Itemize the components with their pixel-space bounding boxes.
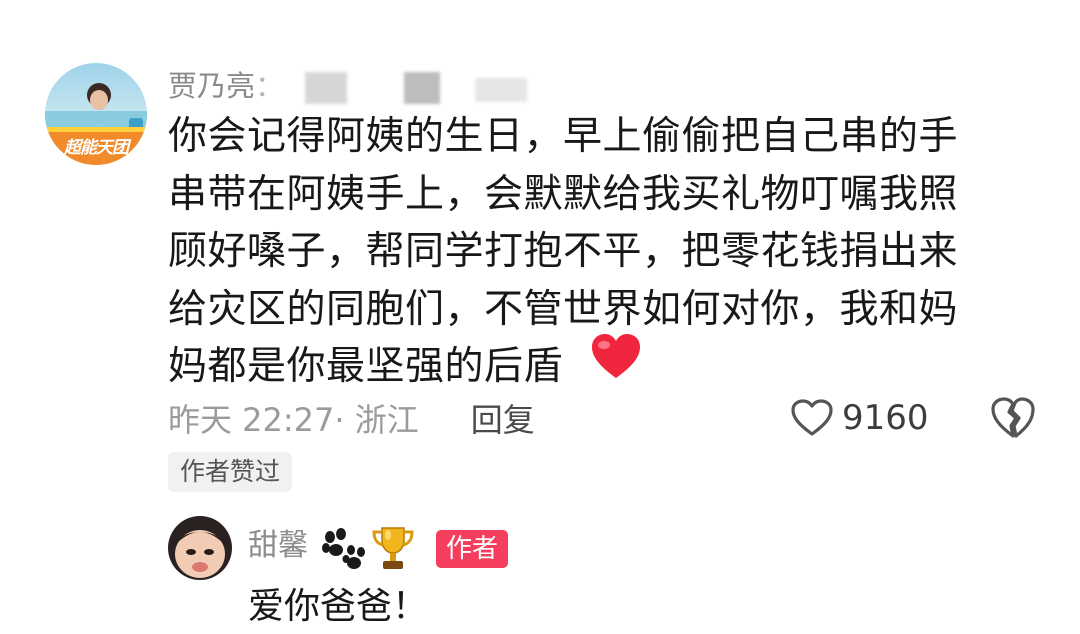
paw-icon <box>322 528 365 569</box>
trophy-icon <box>372 527 414 569</box>
author-liked-tag: 作者赞过 <box>168 452 293 492</box>
reply-text: 爱你爸爸！ <box>248 586 429 627</box>
redaction-block <box>475 78 527 102</box>
like-button[interactable]: 9160 <box>790 394 929 442</box>
redaction-block <box>305 72 347 104</box>
commenter-username[interactable]: 贾乃亮： <box>168 66 284 106</box>
like-count: 9160 <box>842 398 929 438</box>
username-suffix: ： <box>255 69 285 103</box>
reply-username[interactable]: 甜馨 <box>248 524 308 568</box>
commenter-avatar[interactable]: 超能天团 <box>45 63 147 165</box>
avatar-badge-text: 超能天团 <box>64 138 129 158</box>
heart-outline-icon <box>791 399 833 436</box>
author-badge: 作者 <box>436 530 509 568</box>
avatar-image <box>168 516 232 580</box>
heart-emoji-icon <box>592 334 640 378</box>
comment-meta: 昨天 22:27· 浙江 回复 <box>168 394 535 442</box>
redaction-block <box>404 72 440 104</box>
reply-button[interactable]: 回复 <box>471 395 535 441</box>
broken-heart-icon[interactable] <box>990 396 1036 440</box>
reply-avatar[interactable] <box>168 516 232 580</box>
timestamp-location: 昨天 22:27· 浙江 <box>168 401 419 439</box>
comment-thread: 超能天团 贾乃亮： 你会记得阿姨的生日，早上偷偷把自己串的手 串带在阿姨手上，会… <box>0 0 1080 634</box>
username-text: 贾乃亮 <box>168 69 256 103</box>
